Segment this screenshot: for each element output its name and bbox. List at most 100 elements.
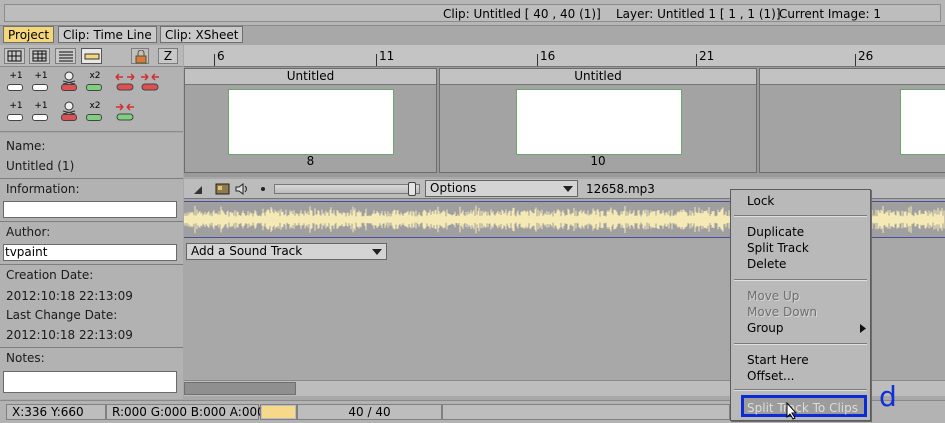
clip-item[interactable] — [759, 68, 945, 173]
author-label: Author: — [6, 225, 51, 239]
add-one-after-label: +1 — [34, 71, 48, 81]
divider — [0, 347, 183, 348]
clip-title — [760, 69, 945, 85]
add-one-before-label-2: +1 — [9, 101, 23, 111]
menu-item-move-up[interactable]: Move Up — [747, 289, 799, 303]
timeline-icon — [84, 53, 100, 60]
status-message-area — [442, 404, 730, 420]
clip-item[interactable]: Untitled 8 — [184, 68, 437, 173]
notes-label: Notes: — [6, 351, 45, 365]
tab-bar: Project Clip: Time Line Clip: XSheet — [0, 26, 945, 43]
divider — [0, 264, 183, 265]
tab-clip-xsheet[interactable]: Clip: XSheet — [160, 26, 244, 43]
z-order-button[interactable]: Z — [158, 48, 178, 64]
name-label: Name: — [6, 139, 46, 153]
clip-info: Clip: Untitled [ 40 , 40 (1)] — [443, 7, 601, 21]
add-one-before-label: +1 — [9, 71, 23, 81]
add-one-after-icon — [32, 84, 48, 91]
add-one-after-button[interactable]: +1 — [29, 71, 51, 95]
sound-filename: 12658.mp3 — [586, 182, 655, 196]
duplicate-clip-icon — [86, 114, 102, 121]
duplicate-clip-button-2[interactable]: x2 — [83, 101, 105, 125]
information-label: Information: — [6, 182, 80, 196]
menu-item-split-track[interactable]: Split Track — [747, 241, 809, 255]
timeline-ruler[interactable]: 6 11 16 21 26 — [184, 45, 945, 67]
author-input[interactable]: tvpaint — [3, 244, 177, 261]
duplicate-clip-button[interactable]: x2 — [83, 71, 105, 95]
list-icon — [59, 51, 73, 62]
menu-item-delete[interactable]: Delete — [747, 257, 786, 271]
view-toolbar: Z — [0, 45, 183, 67]
merge-arrows-icon — [141, 73, 159, 91]
project-info-panel: Name: Untitled (1) Information: Author: … — [0, 133, 183, 399]
ruler-label: 21 — [699, 49, 715, 63]
collapse-icon[interactable] — [193, 185, 203, 195]
clip-thumbnail — [228, 89, 394, 155]
clip-title: Untitled — [440, 69, 756, 85]
last-change-date-value: 2012:10:18 22:13:09 — [6, 328, 133, 342]
add-one-before-button-2[interactable]: +1 — [4, 101, 26, 125]
ruler-label: 26 — [858, 49, 874, 63]
ruler-tick — [696, 54, 697, 66]
clip-frame-count: 8 — [306, 154, 315, 168]
color-swatch — [260, 404, 297, 420]
timeline-view-button[interactable] — [81, 48, 102, 64]
menu-item-lock[interactable]: Lock — [747, 194, 774, 208]
join-arrows-icon — [116, 103, 134, 121]
menu-item-split-track-to-clips[interactable]: Split Track To Clips — [747, 401, 858, 415]
duplicate-clip-icon — [86, 84, 102, 91]
menu-item-offset[interactable]: Offset... — [747, 369, 795, 383]
ruler-tick — [214, 54, 215, 66]
divider — [0, 178, 183, 179]
add-one-after-button-2[interactable]: +1 — [29, 101, 51, 125]
skull-icon — [62, 101, 76, 115]
add-one-before-button[interactable]: +1 — [4, 71, 26, 95]
notes-input[interactable] — [3, 371, 177, 393]
creation-date-value: 2012:10:18 22:13:09 — [6, 289, 133, 303]
tab-project[interactable]: Project — [3, 26, 55, 43]
delete-clip-button-2[interactable] — [58, 101, 80, 125]
menu-item-start-here[interactable]: Start Here — [747, 353, 809, 367]
grid-small-icon — [7, 50, 22, 62]
options-dropdown[interactable]: Options — [425, 180, 578, 197]
menu-item-duplicate[interactable]: Duplicate — [747, 225, 804, 239]
clip-frame-count: 10 — [590, 154, 606, 168]
info-bar: Clip: Untitled [ 40 , 40 (1)] Layer: Unt… — [0, 0, 945, 26]
clip-item[interactable]: Untitled 10 — [439, 68, 757, 173]
lock-button[interactable] — [131, 48, 149, 64]
divider — [0, 221, 183, 222]
list-view-button[interactable] — [55, 48, 76, 64]
frame-counter: 40 / 40 — [297, 404, 442, 420]
delete-clip-icon — [61, 84, 77, 91]
image-icon[interactable] — [215, 182, 231, 196]
name-value: Untitled (1) — [6, 159, 75, 173]
merge-clip-button[interactable] — [139, 71, 161, 95]
menu-item-group[interactable]: Group — [747, 321, 784, 335]
creation-date-label: Creation Date: — [6, 268, 94, 282]
duplicate-clip-label-2: x2 — [89, 101, 101, 111]
lock-icon — [135, 50, 147, 64]
clip-strip: Untitled 8 Untitled 10 — [184, 67, 945, 177]
volume-slider-handle[interactable] — [407, 182, 416, 196]
information-input[interactable] — [3, 201, 177, 218]
chevron-down-icon — [563, 186, 573, 192]
speaker-icon[interactable] — [234, 182, 250, 196]
delete-clip-button[interactable] — [58, 71, 80, 95]
menu-item-move-down[interactable]: Move Down — [747, 305, 817, 319]
volume-slider-track[interactable] — [274, 184, 420, 194]
tab-clip-timeline[interactable]: Clip: Time Line — [58, 26, 157, 43]
grid-large-view-button[interactable] — [29, 48, 50, 64]
split-clip-button[interactable] — [114, 71, 136, 95]
delete-clip-icon — [61, 114, 77, 121]
layer-info: Layer: Untitled 1 [ 1 , 1 (1)] — [616, 7, 781, 21]
grid-large-icon — [32, 50, 47, 62]
add-sound-track-dropdown[interactable]: Add a Sound Track — [186, 243, 387, 260]
grid-small-view-button[interactable] — [4, 48, 25, 64]
color-swatch-fill — [262, 406, 295, 418]
duplicate-clip-label: x2 — [89, 71, 101, 81]
skull-icon — [62, 71, 76, 85]
join-clip-button[interactable] — [114, 101, 136, 125]
scrollbar-thumb[interactable] — [184, 382, 296, 395]
menu-separator — [734, 215, 867, 217]
add-one-after-icon — [32, 114, 48, 121]
